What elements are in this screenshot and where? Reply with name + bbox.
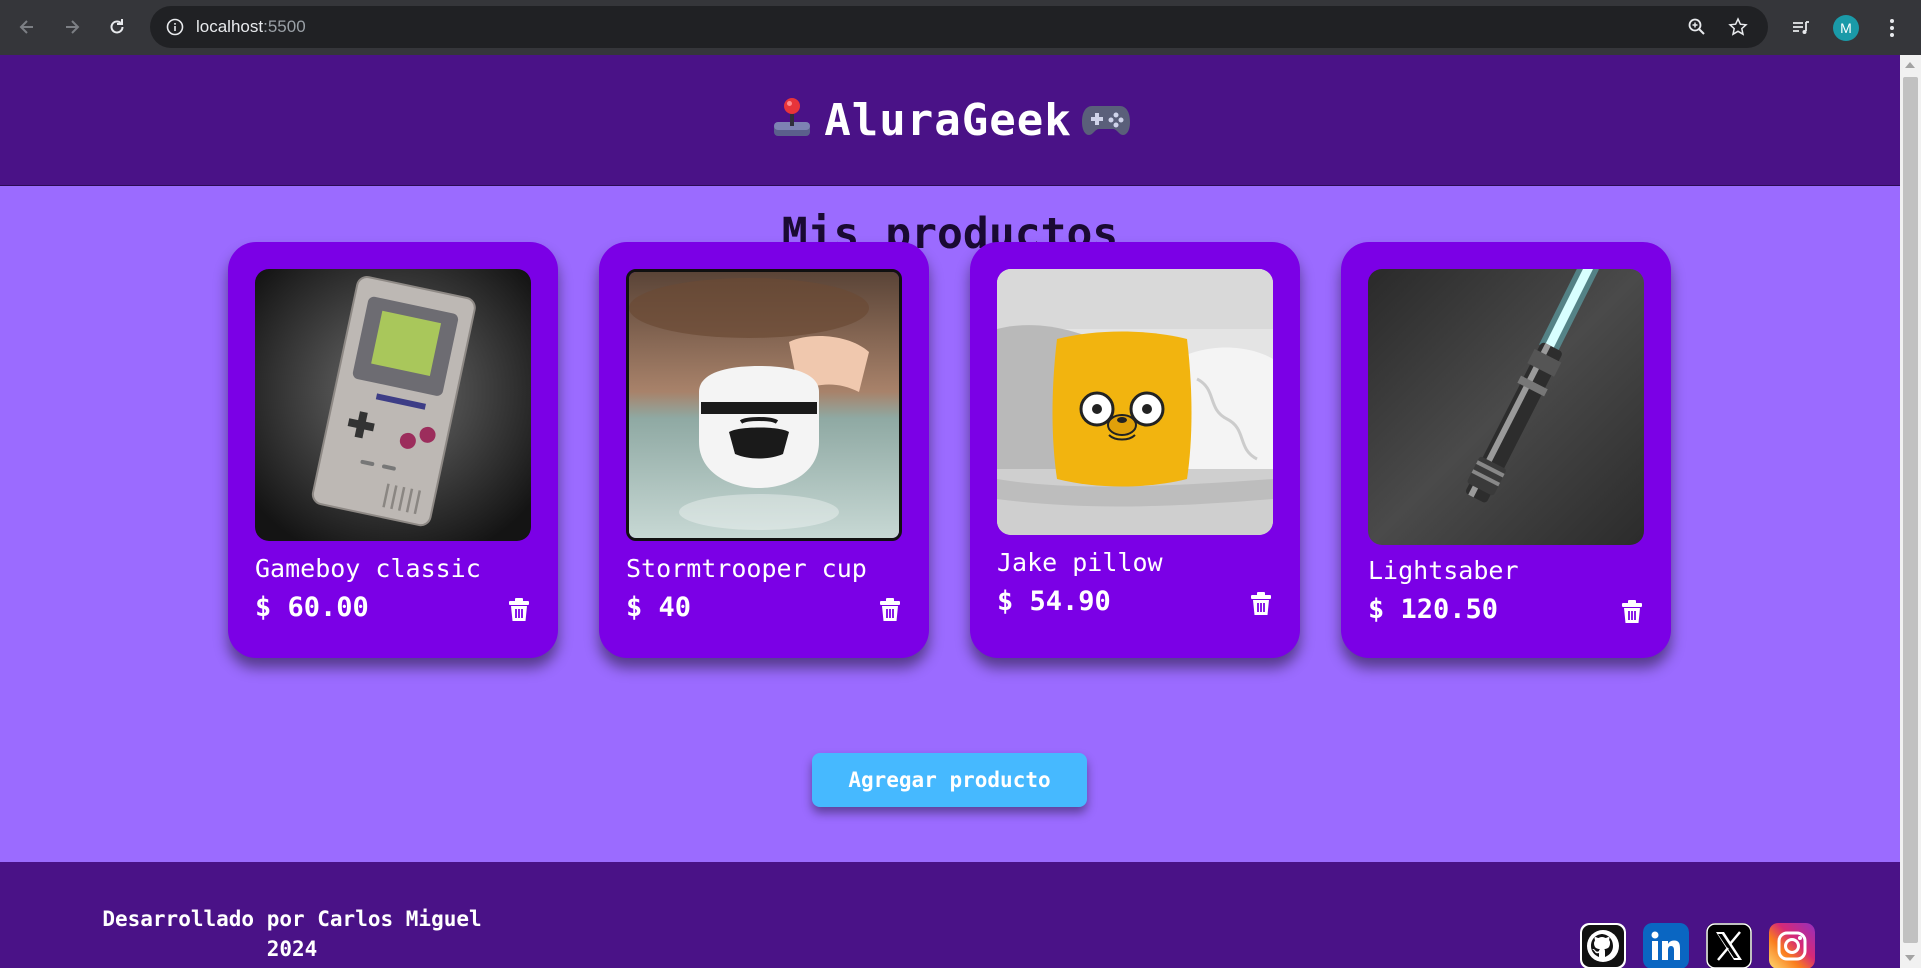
delete-product-button[interactable] [506,596,532,624]
avatar: M [1833,15,1859,41]
page-viewport: AluraGeek Mis productos Gameboy classic … [0,55,1900,968]
back-arrow-icon [19,20,33,34]
joystick-icon [770,96,814,144]
x-icon [1706,923,1752,968]
address-bar[interactable]: localhost:5500 [150,6,1768,48]
bookmark-star-icon[interactable] [1725,14,1751,40]
reload-button[interactable] [100,10,134,44]
add-product-button[interactable]: Agregar producto [812,753,1087,807]
trash-icon [1251,592,1271,615]
scroll-down-arrow-icon[interactable] [1905,955,1915,961]
forward-arrow-icon [66,20,80,34]
browser-toolbar: localhost:5500 M [0,0,1921,55]
more-vert-icon [1890,19,1894,37]
product-price: $ 120.50 [1368,594,1499,625]
trash-icon [1622,600,1642,623]
footer-year: 2024 [266,937,318,961]
url-text: localhost:5500 [196,17,306,37]
product-price: $ 40 [626,592,692,623]
gamepad-icon [1081,98,1130,142]
brand: AluraGeek [770,94,1130,146]
forward-button[interactable] [55,10,89,44]
product-card: Lightsaber $ 120.50 [1341,242,1671,658]
reload-icon [110,19,124,34]
stormtrooper-cup-image [626,269,902,541]
scrollbar-thumb[interactable] [1903,77,1918,943]
vertical-scrollbar[interactable] [1900,55,1921,968]
url-host: localhost [196,17,264,36]
product-name: Jake pillow [997,548,1163,577]
instagram-link[interactable] [1769,923,1815,968]
url-port: :5500 [263,17,306,36]
trash-icon [509,598,529,621]
back-button[interactable] [10,10,44,44]
site-title: AluraGeek [824,94,1072,146]
linkedin-icon [1643,923,1689,968]
delete-product-button[interactable] [877,596,903,624]
delete-product-button[interactable] [1619,598,1645,626]
product-name: Gameboy classic [255,554,481,583]
product-name: Lightsaber [1368,556,1519,585]
gameboy-image [255,269,531,541]
site-info-icon[interactable] [164,16,186,38]
x-link[interactable] [1706,923,1752,968]
product-card: Stormtrooper cup $ 40 [599,242,929,658]
product-price: $ 60.00 [255,592,369,623]
instagram-icon [1769,923,1815,968]
product-card: Jake pillow $ 54.90 [970,242,1300,658]
product-card: Gameboy classic $ 60.00 [228,242,558,658]
linkedin-link[interactable] [1643,923,1689,968]
footer-credit: Desarrollado por Carlos Miguel 2024 [82,904,502,964]
github-link[interactable] [1580,923,1626,968]
footer-credit-line: Desarrollado por Carlos Miguel [102,907,482,931]
github-icon [1580,923,1626,968]
site-header: AluraGeek [0,55,1900,186]
lightsaber-image [1368,269,1644,545]
media-control-icon[interactable] [1784,11,1818,45]
zoom-icon[interactable] [1684,14,1710,40]
product-price: $ 54.90 [997,586,1111,617]
scroll-up-arrow-icon[interactable] [1905,62,1915,68]
delete-product-button[interactable] [1248,590,1274,618]
jake-pillow-image [997,269,1273,535]
trash-icon [880,598,900,621]
chrome-menu-button[interactable] [1875,11,1909,45]
product-name: Stormtrooper cup [626,554,867,583]
profile-avatar-button[interactable]: M [1829,11,1863,45]
